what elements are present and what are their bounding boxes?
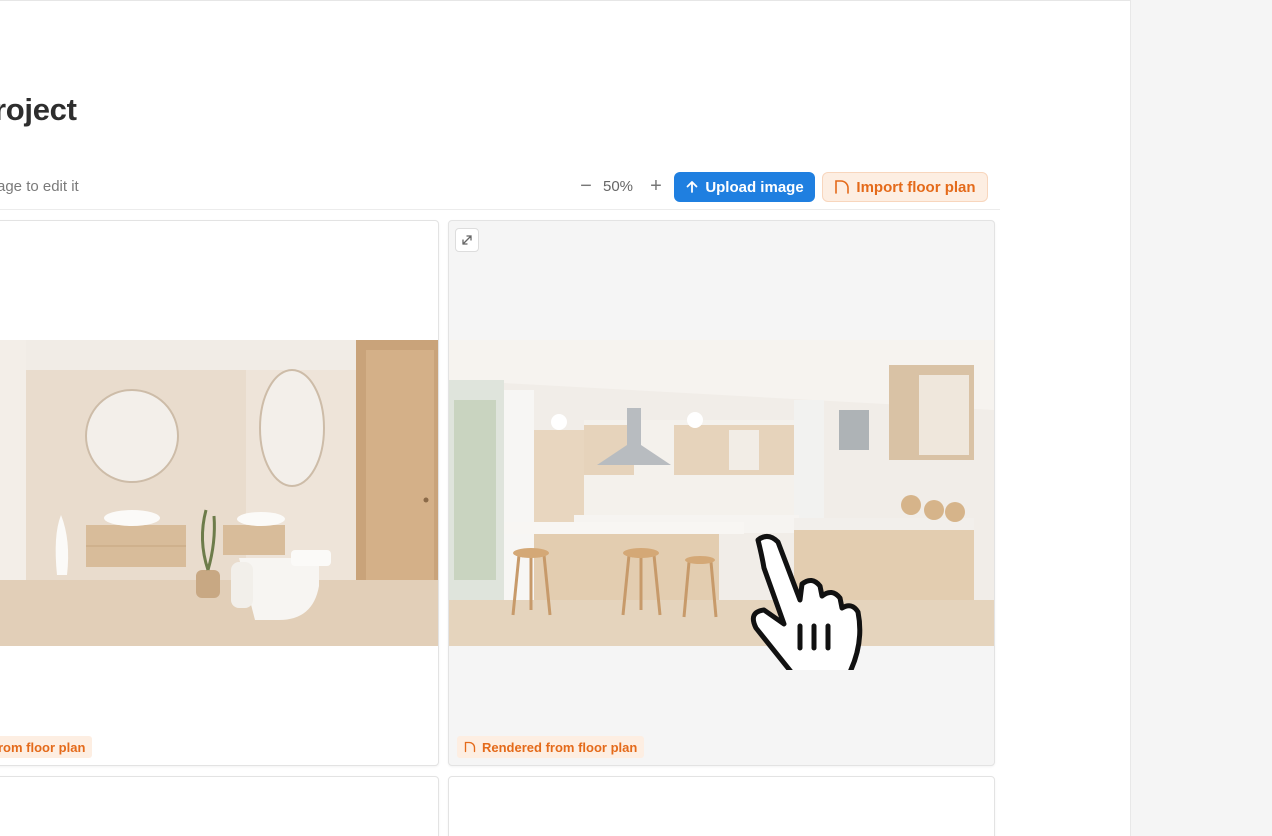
zoom-in-button[interactable]: + — [645, 175, 667, 197]
top-divider — [0, 0, 1130, 1]
import-floor-plan-button[interactable]: Import floor plan — [822, 172, 988, 202]
main-panel: roject age to edit it − 50% + Upload ima… — [0, 0, 1131, 836]
image-card-bathroom[interactable]: rom floor plan — [0, 220, 439, 766]
expand-icon — [462, 235, 472, 245]
upload-image-label: Upload image — [705, 178, 804, 196]
zoom-level: 50% — [603, 178, 634, 195]
hand-pointer-icon — [750, 534, 863, 670]
badge-label: Rendered from floor plan — [482, 739, 638, 755]
image-card-empty[interactable] — [448, 776, 995, 836]
page-title: roject — [0, 92, 77, 127]
image-card-empty[interactable] — [0, 776, 439, 836]
toolbar-divider — [0, 209, 1000, 210]
floor-plan-icon — [464, 741, 476, 753]
floor-plan-badge: Rendered from floor plan — [457, 736, 645, 758]
edit-hint: age to edit it — [0, 178, 79, 195]
import-floor-plan-label: Import floor plan — [856, 178, 976, 196]
arrow-up-icon — [686, 181, 698, 193]
kitchen-render-image — [449, 340, 994, 646]
image-card-kitchen[interactable]: Rendered from floor plan — [448, 220, 995, 766]
floor-plan-icon — [835, 180, 850, 194]
upload-image-button[interactable]: Upload image — [674, 172, 815, 202]
expand-button[interactable] — [455, 228, 479, 252]
zoom-out-button[interactable]: − — [575, 175, 597, 197]
badge-label: rom floor plan — [0, 739, 86, 755]
floor-plan-badge: rom floor plan — [0, 736, 93, 758]
bathroom-render-image — [0, 340, 438, 646]
